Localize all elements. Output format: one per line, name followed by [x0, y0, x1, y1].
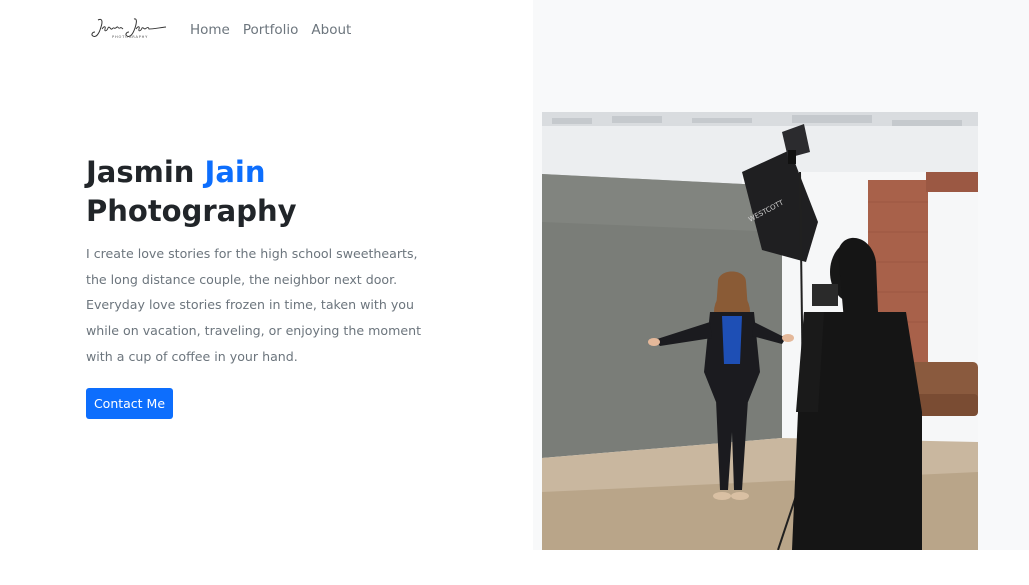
nav-link-home[interactable]: Home [190, 22, 230, 38]
hero-title: Jasmin Jain Photography [86, 153, 297, 231]
hero-description: I create love stories for the high schoo… [86, 246, 422, 364]
svg-text:PHOTOGRAPHY: PHOTOGRAPHY [112, 35, 148, 39]
brand-logo[interactable]: PHOTOGRAPHY [90, 14, 168, 46]
contact-me-button[interactable]: Contact Me [86, 388, 173, 419]
top-navbar: PHOTOGRAPHY Home Portfolio About [90, 14, 364, 46]
hero-title-second: Photography [86, 194, 297, 228]
nav-link-portfolio[interactable]: Portfolio [243, 22, 299, 38]
hero-photo: WESTCOTT [542, 112, 978, 550]
nav-links: Home Portfolio About [190, 22, 364, 38]
hero-title-accent: Jain [204, 155, 266, 189]
hero-title-first: Jasmin [86, 155, 195, 189]
nav-link-about[interactable]: About [311, 22, 351, 38]
